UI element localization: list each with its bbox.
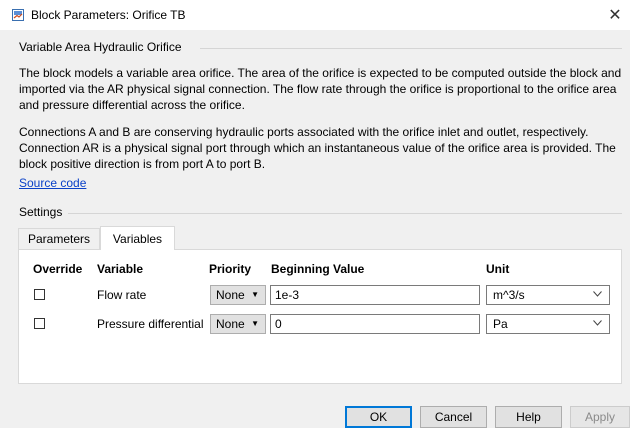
- unit-value: Pa: [493, 317, 508, 331]
- beginning-value-input[interactable]: [270, 285, 480, 305]
- simulink-block-icon: [12, 9, 24, 21]
- settings-group-title: Settings: [19, 205, 63, 219]
- block-description-2: Connections A and B are conserving hydra…: [19, 125, 616, 171]
- column-header-beginning-value: Beginning Value: [271, 262, 365, 276]
- unit-value: m^3/s: [493, 288, 525, 302]
- column-header-unit: Unit: [486, 262, 510, 276]
- variable-name: Pressure differential: [97, 317, 204, 331]
- group-divider: [200, 48, 622, 49]
- column-header-variable: Variable: [97, 262, 144, 276]
- tab-parameters[interactable]: Parameters: [18, 228, 100, 249]
- chevron-down-icon: [593, 315, 602, 333]
- source-code-link[interactable]: Source code: [19, 176, 86, 190]
- column-header-priority: Priority: [209, 262, 252, 276]
- title-bar: Block Parameters: Orifice TB ✕: [0, 0, 630, 30]
- variable-name: Flow rate: [97, 288, 147, 302]
- priority-select[interactable]: None ▼: [210, 314, 266, 334]
- triangle-down-icon: ▼: [251, 290, 259, 299]
- override-checkbox[interactable]: [34, 289, 45, 300]
- unit-select[interactable]: m^3/s: [486, 285, 610, 305]
- beginning-value-input[interactable]: [270, 314, 480, 334]
- window-title: Block Parameters: Orifice TB: [31, 8, 186, 22]
- unit-select[interactable]: Pa: [486, 314, 610, 334]
- block-group-title: Variable Area Hydraulic Orifice: [19, 40, 182, 54]
- priority-value: None: [216, 288, 245, 302]
- priority-value: None: [216, 317, 245, 331]
- close-icon[interactable]: ✕: [600, 0, 630, 30]
- tab-variables[interactable]: Variables: [100, 226, 175, 250]
- override-checkbox[interactable]: [34, 318, 45, 329]
- chevron-down-icon: [593, 286, 602, 304]
- block-parameters-dialog: Block Parameters: Orifice TB ✕ Variable …: [0, 0, 630, 428]
- column-header-override: Override: [33, 262, 83, 276]
- block-description-1: The block models a variable area orifice…: [19, 66, 622, 112]
- settings-divider: [68, 213, 622, 214]
- priority-select[interactable]: None ▼: [210, 285, 266, 305]
- triangle-down-icon: ▼: [251, 319, 259, 328]
